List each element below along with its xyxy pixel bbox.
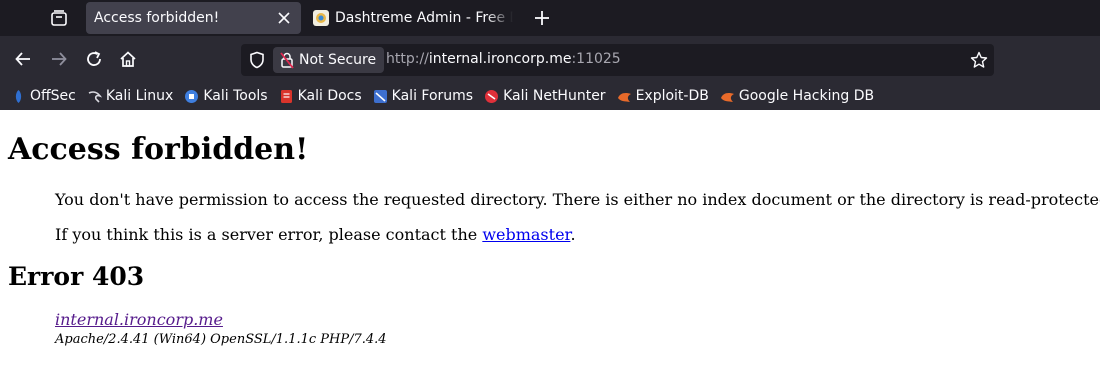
bookmark-label: Kali Docs — [297, 88, 362, 104]
kali-docs-icon — [280, 89, 292, 103]
close-icon[interactable] — [277, 11, 291, 25]
bookmark-label: Kali Tools — [203, 88, 268, 104]
kali-forums-icon — [373, 89, 387, 103]
bookmark-ghdb[interactable]: Google Hacking DB — [720, 88, 874, 104]
url-prefix: http:// — [386, 51, 429, 67]
home-icon[interactable] — [119, 50, 137, 68]
url-text[interactable]: http://internal.ironcorp.me:11025 — [386, 51, 621, 67]
bookmark-kali-docs[interactable]: Kali Docs — [279, 88, 362, 104]
tab-access-forbidden[interactable]: Access forbidden! — [86, 2, 301, 34]
ghdb-icon — [720, 92, 734, 102]
tab-title: Access forbidden! — [94, 10, 220, 26]
offsec-icon — [15, 89, 22, 103]
url-port: :11025 — [571, 51, 621, 67]
url-host: internal.ironcorp.me — [428, 51, 572, 67]
new-tab-icon[interactable] — [533, 9, 551, 27]
contact-message-period: . — [570, 225, 576, 244]
contact-message: If you think this is a server error, ple… — [55, 225, 576, 244]
tab-dashtreme-admin[interactable]: Dashtreme Admin - Free D — [305, 2, 515, 34]
tab-overview-icon[interactable] — [50, 9, 68, 27]
reload-icon[interactable] — [85, 50, 103, 68]
insecure-lock-icon — [280, 52, 294, 69]
back-arrow-icon[interactable] — [14, 50, 32, 68]
server-address-link[interactable]: internal.ironcorp.me — [55, 310, 223, 329]
bookmark-label: Google Hacking DB — [738, 88, 875, 104]
page-content: Access forbidden! You don't have permiss… — [0, 110, 1100, 378]
bookmark-kali-tools[interactable]: Kali Tools — [184, 88, 268, 104]
bookmark-exploit-db[interactable]: Exploit-DB — [617, 88, 709, 104]
bookmarks-toolbar: OffSec Kali Linux Kali Tools Kali Docs Kali … — [0, 82, 1100, 110]
tab-title: Dashtreme Admin - Free D — [335, 10, 513, 26]
not-secure-label: Not Secure — [299, 52, 377, 68]
contact-message-text: If you think this is a server error, ple… — [55, 225, 483, 244]
bookmark-offsec[interactable]: OffSec — [11, 88, 76, 104]
shield-icon[interactable] — [249, 51, 265, 69]
server-signature: Apache/2.4.41 (Win64) OpenSSL/1.1.1c PHP… — [55, 332, 387, 347]
exploit-db-icon — [617, 92, 631, 102]
forward-arrow-icon[interactable] — [50, 50, 68, 68]
bookmark-label: Kali NetHunter — [503, 88, 606, 104]
bookmark-nethunter[interactable]: Kali NetHunter — [484, 88, 606, 104]
not-secure-indicator[interactable]: Not Secure — [273, 47, 385, 73]
bookmark-label: Exploit-DB — [635, 88, 709, 104]
bookmark-label: OffSec — [30, 88, 76, 104]
kali-tools-icon — [185, 89, 199, 103]
bookmark-label: Kali Forums — [391, 88, 474, 104]
page-title: Access forbidden! — [8, 132, 309, 167]
nethunter-icon — [485, 89, 499, 103]
permission-message: You don't have permission to access the … — [55, 190, 1100, 209]
bookmark-star-icon[interactable] — [970, 51, 988, 69]
bookmark-label: Kali Linux — [105, 88, 174, 104]
webmaster-link[interactable]: webmaster — [482, 225, 570, 244]
kali-dragon-icon — [88, 90, 102, 103]
bookmark-kali-dragon[interactable]: Kali Linux — [87, 88, 173, 104]
error-code-heading: Error 403 — [8, 262, 145, 291]
browser-chrome: Access forbidden! Dashtreme Admin - Free… — [0, 0, 1100, 110]
tab-strip: Access forbidden! Dashtreme Admin - Free… — [0, 0, 1100, 36]
bookmark-kali-forums[interactable]: Kali Forums — [373, 88, 473, 104]
dashtreme-favicon-icon — [313, 10, 329, 26]
